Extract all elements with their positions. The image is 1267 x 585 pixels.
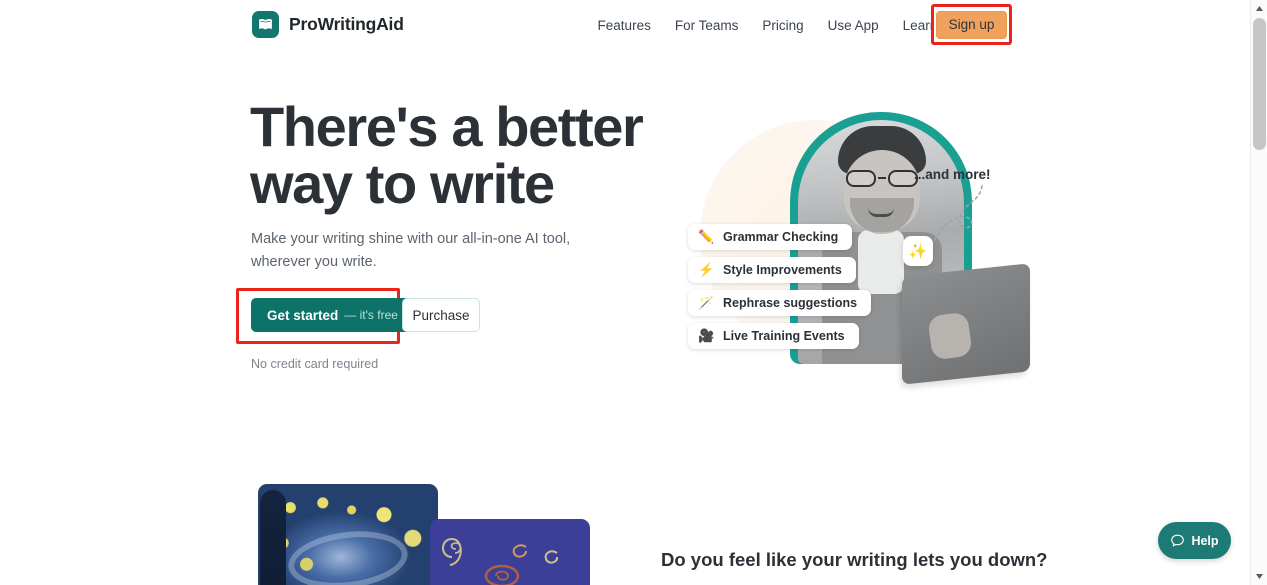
- feature-label: Rephrase suggestions: [723, 296, 858, 310]
- help-widget-label: Help: [1191, 533, 1219, 548]
- purchase-button[interactable]: Purchase: [402, 298, 480, 332]
- pencil-icon: ✏️: [698, 229, 715, 244]
- lightning-icon: ⚡: [698, 262, 715, 277]
- get-started-label: Get started: [267, 307, 339, 323]
- feature-pill-live-training-events: 🎥 Live Training Events: [688, 323, 859, 349]
- video-camera-icon: 🎥: [698, 328, 715, 343]
- feature-pill-list: ✏️ Grammar Checking ⚡ Style Improvements…: [688, 224, 872, 349]
- hand-shape: [927, 311, 973, 361]
- scroll-down-arrow-icon[interactable]: [1251, 568, 1267, 585]
- brand-name: ProWritingAid: [289, 14, 404, 34]
- glasses-icon: [844, 170, 920, 187]
- section-question-heading: Do you feel like your writing lets you d…: [661, 549, 1048, 570]
- signup-highlight-box: Sign up: [931, 4, 1012, 45]
- site-header: ProWritingAid Features For Teams Pricing…: [0, 0, 1250, 50]
- hero-subtitle: Make your writing shine with our all-in-…: [251, 231, 571, 270]
- feature-label: Grammar Checking: [723, 230, 839, 244]
- scrollbar-thumb[interactable]: [1253, 18, 1266, 150]
- nav-item-pricing[interactable]: Pricing: [750, 12, 815, 39]
- and-more-label: ...and more!: [914, 167, 991, 182]
- starry-night-image-card: [258, 484, 438, 585]
- open-book-icon: [252, 11, 279, 38]
- curly-arrow-icon: [933, 185, 983, 243]
- blue-doodle-image-card: [430, 519, 590, 585]
- chat-bubble-icon: [1171, 534, 1185, 547]
- feature-pill-grammar-checking: ✏️ Grammar Checking: [688, 224, 853, 250]
- hero-illustration: ✨ ...and more! ✏️ Grammar Checking ⚡ Sty…: [640, 100, 1040, 385]
- browser-page: ProWritingAid Features For Teams Pricing…: [0, 0, 1267, 585]
- no-credit-card-note: No credit card required: [251, 357, 379, 371]
- get-started-button[interactable]: Get started — it's free: [251, 298, 414, 332]
- page-viewport: ProWritingAid Features For Teams Pricing…: [0, 0, 1250, 585]
- feature-label: Style Improvements: [723, 263, 842, 277]
- feature-pill-style-improvements: ⚡ Style Improvements: [688, 257, 856, 283]
- help-widget-button[interactable]: Help: [1158, 522, 1231, 559]
- nav-item-features[interactable]: Features: [586, 12, 663, 39]
- page-scrollbar[interactable]: [1250, 0, 1267, 585]
- nav-item-for-teams[interactable]: For Teams: [663, 12, 751, 39]
- nav-item-use-app[interactable]: Use App: [816, 12, 891, 39]
- sign-up-button[interactable]: Sign up: [936, 10, 1007, 39]
- magic-wand-icon: 🪄: [698, 295, 715, 310]
- get-started-suffix: — it's free: [344, 308, 398, 322]
- brand-logo-link[interactable]: ProWritingAid: [252, 11, 404, 38]
- scroll-up-arrow-icon[interactable]: [1251, 0, 1267, 17]
- feature-label: Live Training Events: [723, 329, 845, 343]
- feature-pill-rephrase-suggestions: 🪄 Rephrase suggestions: [688, 290, 872, 316]
